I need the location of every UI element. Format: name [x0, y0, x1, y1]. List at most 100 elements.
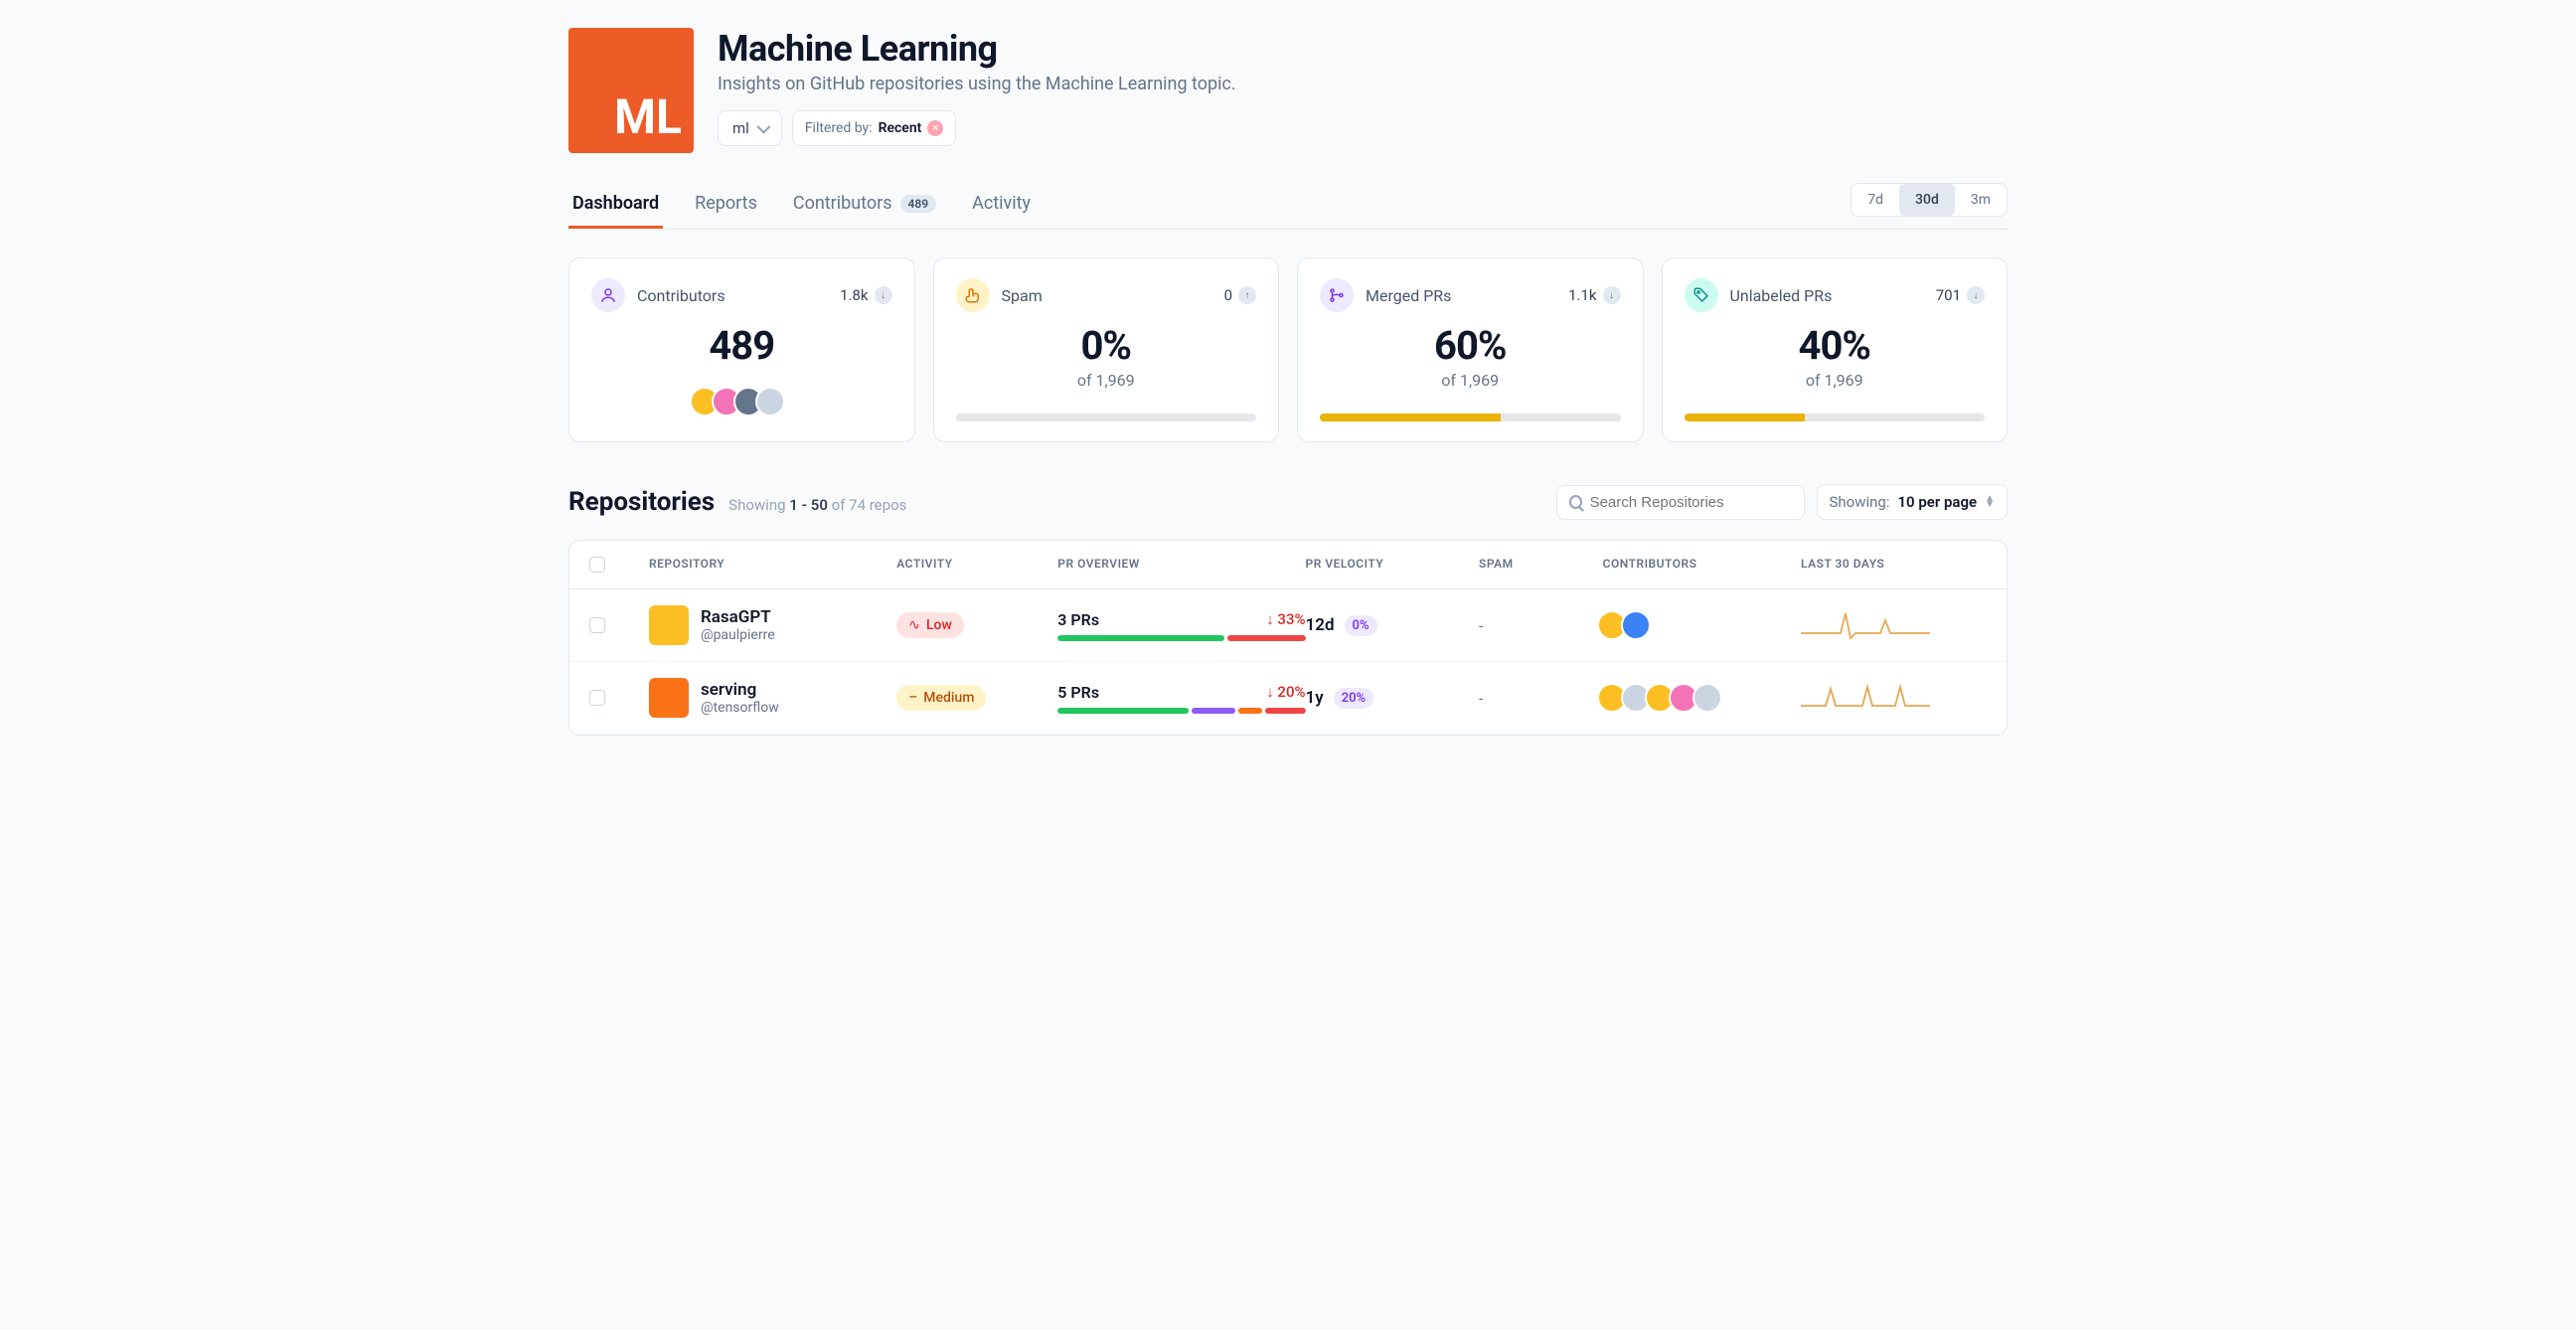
activity-badge: – Medium: [896, 685, 986, 711]
topic-dropdown[interactable]: ml: [718, 110, 782, 146]
row-checkbox[interactable]: [589, 617, 605, 633]
card-trend: 701↓: [1936, 286, 1985, 304]
progress-bar: [956, 414, 1257, 421]
pr-delta: ↓ 33%: [1266, 610, 1305, 628]
avatar: [1621, 610, 1651, 640]
workspace-logo: ML: [568, 28, 694, 153]
pr-overview: 5 PRs ↓ 20%: [1057, 683, 1305, 714]
card-value: 60%: [1320, 322, 1621, 369]
tab-activity[interactable]: Activity: [968, 181, 1035, 229]
activity-badge: ∿ Low: [896, 612, 964, 638]
trend-down-icon: ↓: [1967, 286, 1985, 304]
pr-velocity: 1y20%: [1306, 688, 1479, 709]
repositories-heading: Repositories: [568, 487, 715, 517]
col-activity: ACTIVITY: [896, 557, 1057, 573]
card-label: Spam: [1002, 286, 1043, 305]
filter-pill[interactable]: Filtered by: Recent ✕: [792, 110, 957, 146]
contributors-icon: [591, 278, 625, 312]
search-repositories[interactable]: [1556, 485, 1805, 520]
trend-up-icon: ↑: [1238, 286, 1256, 304]
row-contributors: [1603, 683, 1801, 713]
repo-icon: [649, 605, 689, 645]
pr-velocity: 12d0%: [1306, 615, 1479, 636]
spam-value: -: [1479, 616, 1603, 635]
repositories-table: REPOSITORY ACTIVITY PR OVERVIEW PR VELOC…: [568, 540, 2008, 736]
card-label: Unlabeled PRs: [1730, 286, 1833, 305]
tab-reports[interactable]: Reports: [691, 181, 761, 229]
col-repository: REPOSITORY: [649, 557, 896, 573]
card-value: 0%: [956, 322, 1257, 369]
col-pr-velocity: PR VELOCITY: [1306, 557, 1479, 573]
velocity-pill: 20%: [1334, 688, 1373, 709]
table-row[interactable]: serving@tensorflow – Medium 5 PRs ↓ 20%1y20…: [569, 662, 2007, 735]
card-subtext: of 1,969: [956, 371, 1257, 390]
repo-owner: @tensorflow: [701, 700, 779, 716]
unlabeled-icon: [1685, 278, 1718, 312]
row-checkbox[interactable]: [589, 690, 605, 706]
col-pr-overview: PR OVERVIEW: [1057, 557, 1305, 573]
range-3m[interactable]: 3m: [1955, 184, 2007, 216]
topic-dropdown-value: ml: [732, 119, 749, 137]
chevron-down-icon: [756, 120, 770, 134]
tab-dashboard[interactable]: Dashboard: [568, 181, 663, 229]
stat-card-spam: Spam 0↑ 0% of 1,969: [933, 257, 1280, 442]
contributor-avatars: [591, 387, 892, 416]
avatar: [755, 387, 785, 416]
repo-name: RasaGPT: [701, 607, 775, 627]
sparkline: [1801, 681, 1987, 715]
col-last-30-days: LAST 30 DAYS: [1801, 557, 1987, 573]
contributors-count-badge: 489: [900, 195, 937, 213]
trend-down-icon: ↓: [875, 286, 892, 304]
pr-overview: 3 PRs ↓ 33%: [1057, 610, 1305, 641]
spam-icon: [956, 278, 990, 312]
filter-value: Recent: [879, 120, 922, 136]
col-spam: SPAM: [1479, 557, 1603, 573]
select-all-checkbox[interactable]: [589, 557, 605, 573]
merged-icon: [1320, 278, 1354, 312]
card-label: Contributors: [637, 286, 725, 305]
repositories-showing: Showing 1 - 50 of 74 repos: [728, 496, 906, 514]
close-icon[interactable]: ✕: [927, 120, 943, 136]
card-value: 489: [591, 322, 892, 369]
tabs: Dashboard Reports Contributors 489 Activ…: [568, 181, 1035, 229]
pr-delta: ↓ 20%: [1266, 683, 1305, 701]
progress-bar: [1320, 414, 1621, 421]
card-trend: 1.8k↓: [840, 286, 891, 304]
card-trend: 1.1k↓: [1568, 286, 1620, 304]
repo-name: serving: [701, 680, 779, 700]
pr-bar: [1057, 635, 1305, 641]
sparkline: [1801, 608, 1987, 642]
sort-icon: ▲▼: [1985, 496, 1995, 508]
pr-count: 3 PRs: [1057, 610, 1099, 629]
col-contributors: CONTRIBUTORS: [1603, 557, 1801, 573]
pr-count: 5 PRs: [1057, 683, 1099, 702]
activity-icon: –: [908, 690, 917, 706]
activity-icon: ∿: [908, 617, 920, 633]
filter-label: Filtered by:: [805, 120, 873, 136]
card-subtext: of 1,969: [1320, 371, 1621, 390]
spam-value: -: [1479, 689, 1603, 708]
progress-bar: [1685, 414, 1986, 421]
range-30d[interactable]: 30d: [1899, 184, 1955, 216]
page-subtitle: Insights on GitHub repositories using th…: [718, 74, 1236, 94]
stat-card-merged: Merged PRs 1.1k↓ 60% of 1,969: [1297, 257, 1644, 442]
trend-down-icon: ↓: [1603, 286, 1621, 304]
range-7d[interactable]: 7d: [1852, 184, 1899, 216]
stat-card-unlabeled: Unlabeled PRs 701↓ 40% of 1,969: [1662, 257, 2009, 442]
card-value: 40%: [1685, 322, 1986, 369]
row-contributors: [1603, 610, 1801, 640]
card-subtext: of 1,969: [1685, 371, 1986, 390]
per-page-select[interactable]: Showing: 10 per page ▲▼: [1817, 484, 2009, 520]
card-trend: 0↑: [1224, 286, 1256, 304]
page-title: Machine Learning: [718, 28, 1236, 70]
tab-contributors[interactable]: Contributors 489: [789, 181, 940, 229]
card-label: Merged PRs: [1366, 286, 1451, 305]
tab-contributors-label: Contributors: [793, 193, 892, 214]
repo-icon: [649, 678, 689, 718]
repo-owner: @paulpierre: [701, 627, 775, 643]
velocity-pill: 0%: [1345, 615, 1377, 636]
table-row[interactable]: RasaGPT@paulpierre ∿ Low 3 PRs ↓ 33%12d0%-: [569, 589, 2007, 662]
stat-card-contributors: Contributors 1.8k↓ 489: [568, 257, 915, 442]
search-input[interactable]: [1590, 494, 1792, 511]
date-range-toggle: 7d 30d 3m: [1851, 183, 2008, 217]
